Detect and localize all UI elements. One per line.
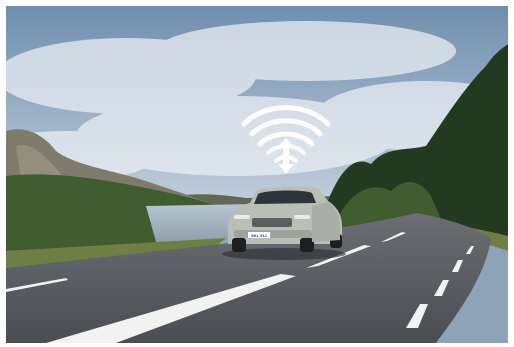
car-windshield [254, 190, 316, 204]
car-wheel-left [232, 238, 246, 252]
car-grille [252, 218, 292, 227]
scene-photo: SKL 512 [6, 6, 508, 343]
car-wheel-right [300, 238, 314, 252]
car-bumper [234, 230, 312, 238]
photo-frame: SKL 512 [6, 6, 508, 343]
car-headlight-right [294, 215, 310, 219]
car-headlight-left [234, 215, 250, 219]
license-plate-text: SKL 512 [251, 233, 267, 238]
